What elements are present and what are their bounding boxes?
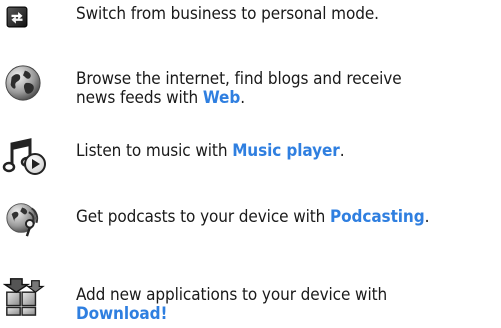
- mode-switch-icon: [6, 6, 28, 28]
- podcast-icon: [6, 203, 39, 237]
- web-text-period: .: [240, 88, 245, 108]
- web-text-line1: Browse the internet, find blogs and rece…: [76, 69, 402, 89]
- web-link[interactable]: Web: [203, 88, 240, 108]
- feature-text-music-player: Listen to music with Music player.: [76, 141, 345, 161]
- download-link[interactable]: Download!: [76, 304, 167, 324]
- music-note-play-icon: [2, 138, 46, 175]
- feature-text-mode-switch: Switch from business to personal mode.: [76, 5, 379, 24]
- download-apps-icon: [3, 278, 45, 316]
- feature-text-download: Add new applications to your device with…: [76, 286, 387, 324]
- podcast-text-period: .: [424, 207, 430, 227]
- podcasting-link[interactable]: Podcasting: [330, 207, 425, 227]
- feature-text-web: Browse the internet, find blogs and rece…: [76, 70, 402, 108]
- music-text-period: .: [339, 141, 345, 161]
- music-text: Listen to music with: [76, 141, 233, 161]
- globe-icon: [5, 65, 41, 101]
- podcast-text: Get podcasts to your device with: [76, 207, 331, 227]
- download-text-line1: Add new applications to your device with: [76, 285, 388, 305]
- mode-switch-text: Switch from business to personal mode.: [76, 4, 379, 24]
- web-text-line2: news feeds with: [76, 88, 203, 108]
- feature-text-podcasting: Get podcasts to your device with Podcast…: [76, 208, 429, 227]
- music-player-link[interactable]: Music player: [232, 141, 340, 161]
